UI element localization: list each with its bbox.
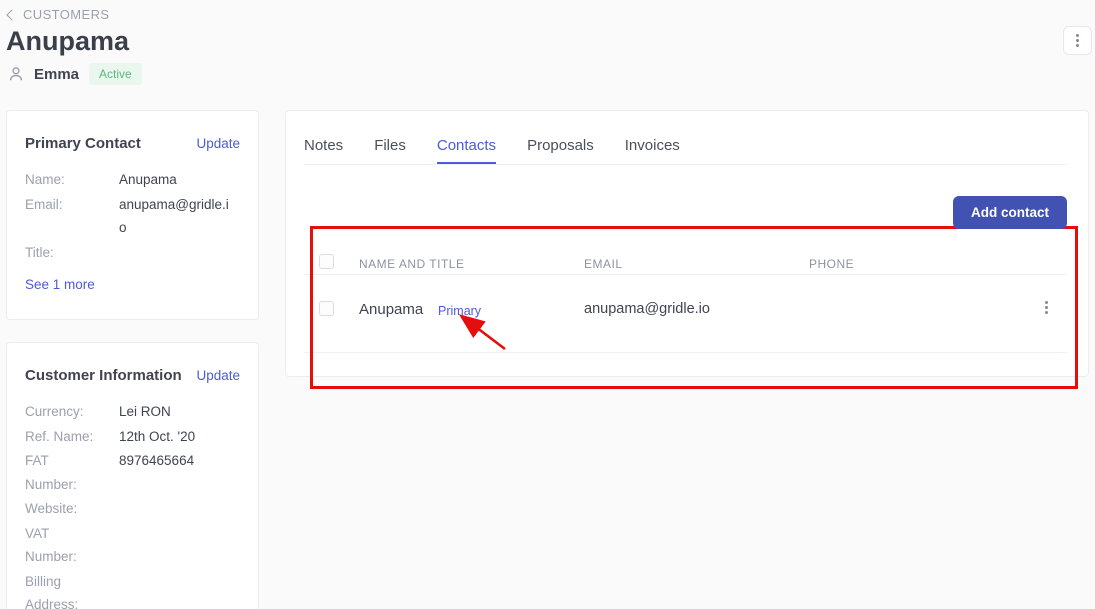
header-divider [304,274,1067,275]
primary-contact-update-link[interactable]: Update [196,136,240,151]
field-fat-number: FAT Number: 8976465664 [25,449,240,496]
field-email-label: Email: [25,193,97,240]
field-name-value: Anupama [119,168,177,192]
column-header-name: NAME AND TITLE [359,257,464,271]
status-badge: Active [89,63,142,85]
tab-invoices[interactable]: Invoices [625,129,680,164]
row-actions-button[interactable] [1034,295,1058,319]
customer-meta: Emma Active [8,63,142,85]
page: CUSTOMERS Anupama Emma Active Primary Co… [0,0,1095,609]
customer-information-title: Customer Information [25,367,182,384]
primary-contact-card: Primary Contact Update Name: Anupama Ema… [6,110,259,320]
field-ref-name-label: Ref. Name: [25,425,97,449]
field-currency: Currency: Lei RON [25,400,240,424]
breadcrumb[interactable]: CUSTOMERS [8,7,109,22]
field-vat-number: VAT Number: [25,522,240,569]
back-chevron-icon [6,9,17,20]
person-icon [8,66,24,82]
field-currency-label: Currency: [25,400,97,424]
field-website: Website: [25,497,240,521]
tab-contacts[interactable]: Contacts [437,129,496,164]
field-vat-number-label: VAT Number: [25,522,97,569]
column-header-phone: PHONE [809,257,854,271]
see-more-link[interactable]: See 1 more [25,277,95,292]
page-actions-button[interactable] [1063,26,1092,55]
field-name: Name: Anupama [25,168,240,192]
breadcrumb-label: CUSTOMERS [23,7,109,22]
field-currency-value: Lei RON [119,400,171,424]
field-fat-number-value: 8976465664 [119,449,194,496]
details-panel: Notes Files Contacts Proposals Invoices … [285,110,1089,377]
customer-information-card: Customer Information Update Currency: Le… [6,342,259,609]
field-name-label: Name: [25,168,97,192]
tab-files[interactable]: Files [374,129,406,164]
kebab-icon [1076,34,1079,47]
customer-owner-name: Emma [34,66,79,83]
contact-email: anupama@gridle.io [584,301,710,317]
primary-contact-title: Primary Contact [25,135,141,152]
select-all-checkbox[interactable] [319,254,334,269]
row-kebab-icon [1045,301,1048,314]
row-checkbox[interactable] [319,301,334,316]
tab-proposals[interactable]: Proposals [527,129,594,164]
field-title: Title: [25,241,240,265]
add-contact-button[interactable]: Add contact [953,196,1067,229]
field-email: Email: anupama@gridle.io [25,193,240,240]
column-header-email: EMAIL [584,257,623,271]
field-ref-name-value: 12th Oct. '20 [119,425,195,449]
row-divider [304,352,1067,353]
field-ref-name: Ref. Name: 12th Oct. '20 [25,425,240,449]
tab-bar: Notes Files Contacts Proposals Invoices [304,111,1068,165]
field-billing-address-label: Billing Address: [25,570,97,609]
field-title-label: Title: [25,241,97,265]
field-website-label: Website: [25,497,97,521]
field-fat-number-label: FAT Number: [25,449,97,496]
contact-name: Anupama [359,301,423,318]
primary-tag-link[interactable]: Primary [438,304,481,318]
customer-information-update-link[interactable]: Update [196,368,240,383]
field-billing-address: Billing Address: [25,570,240,609]
field-email-value: anupama@gridle.io [119,193,231,240]
tab-notes[interactable]: Notes [304,129,343,164]
page-title: Anupama [6,26,129,57]
